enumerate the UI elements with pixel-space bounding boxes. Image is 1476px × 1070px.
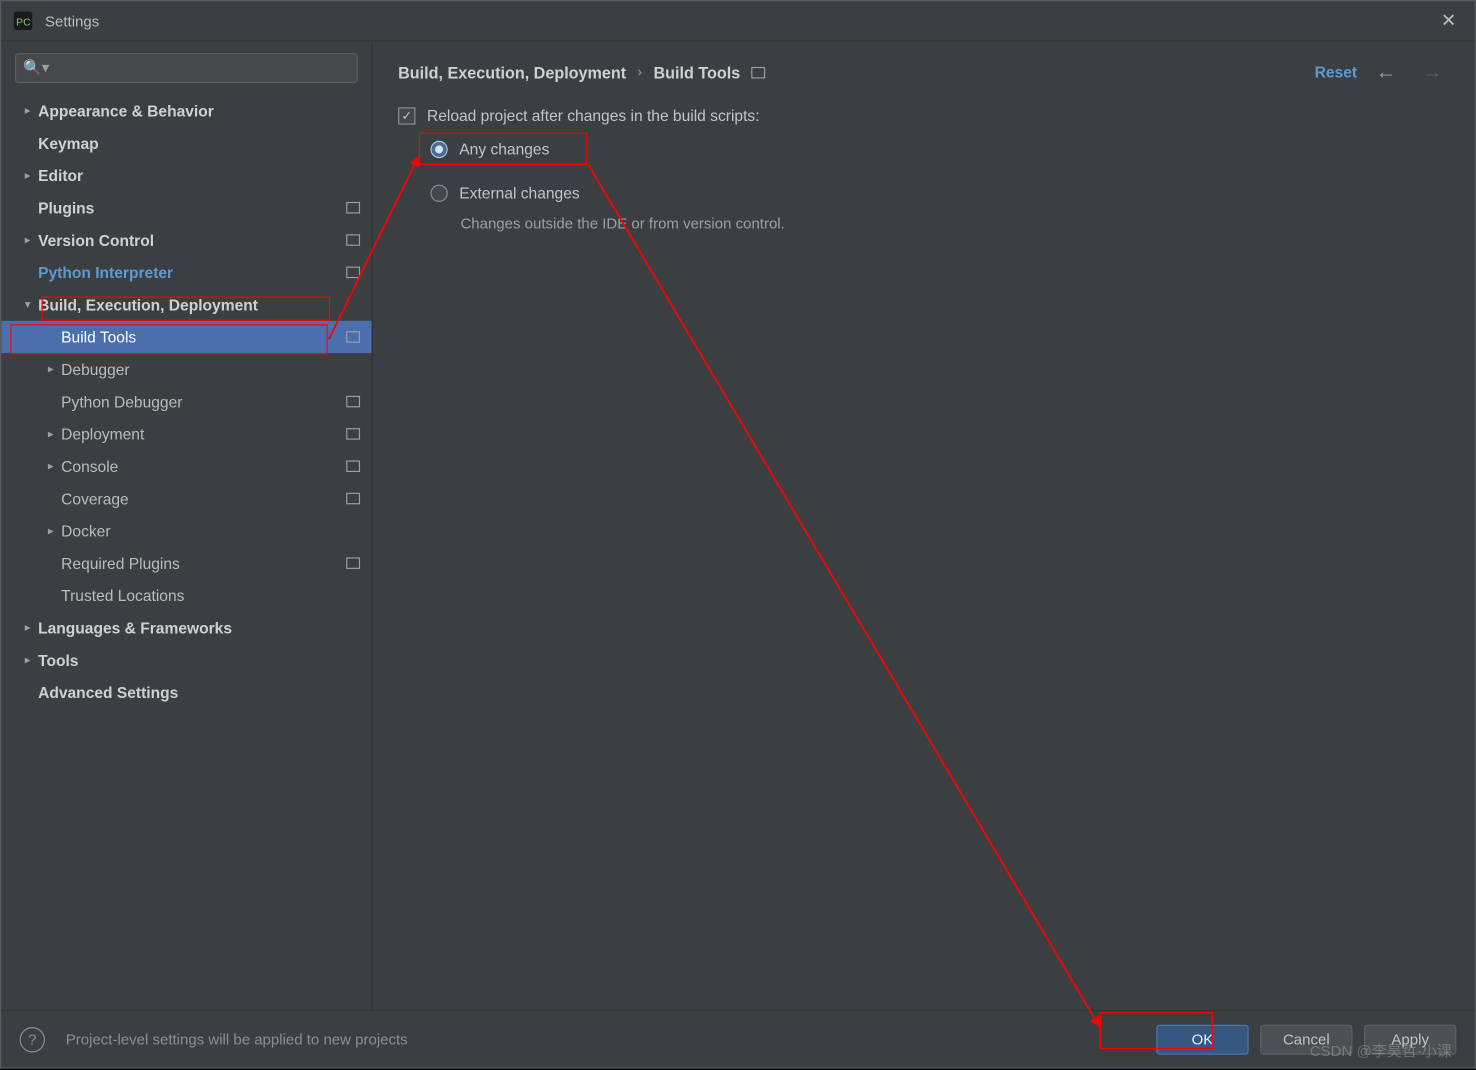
- reset-link[interactable]: Reset: [1315, 63, 1357, 80]
- radio-any-changes[interactable]: [430, 140, 447, 157]
- back-icon[interactable]: ←: [1369, 60, 1404, 84]
- search-input[interactable]: 🔍▾: [15, 53, 358, 83]
- tree-item[interactable]: ▸Tools: [1, 644, 371, 676]
- project-scope-icon: [346, 267, 360, 279]
- tree-item-label: Languages & Frameworks: [38, 619, 360, 636]
- tree-item[interactable]: ▸Deployment: [1, 418, 371, 450]
- app-icon: PC: [13, 10, 34, 31]
- tree-item[interactable]: ▸Appearance & Behavior: [1, 95, 371, 127]
- tree-item[interactable]: ▸Coverage: [1, 482, 371, 514]
- project-scope-icon: [346, 234, 360, 246]
- tree-item-label: Debugger: [61, 361, 360, 378]
- project-scope-icon: [346, 557, 360, 569]
- tree-item[interactable]: ▸Debugger: [1, 353, 371, 385]
- ok-button[interactable]: OK: [1156, 1024, 1248, 1054]
- chevron-right-icon: ▸: [40, 460, 61, 473]
- tree-item-label: Appearance & Behavior: [38, 102, 360, 119]
- project-scope-icon: [346, 428, 360, 440]
- tree-item-label: Docker: [61, 522, 360, 539]
- window-title: Settings: [45, 12, 1434, 29]
- tree-item[interactable]: ▸Plugins: [1, 192, 371, 224]
- radio-external-label[interactable]: External changes: [459, 184, 579, 201]
- radio-external-changes[interactable]: [430, 184, 447, 201]
- chevron-right-icon: ▸: [40, 363, 61, 376]
- forward-icon: →: [1415, 60, 1450, 84]
- help-icon[interactable]: ?: [20, 1026, 45, 1051]
- tree-item[interactable]: ▸Keymap: [1, 127, 371, 159]
- project-scope-icon: [752, 66, 766, 78]
- chevron-right-icon: ▸: [17, 621, 38, 634]
- chevron-right-icon: ▸: [17, 104, 38, 117]
- tree-item[interactable]: ▾Build, Execution, Deployment: [1, 289, 371, 321]
- tree-item[interactable]: ▸Python Debugger: [1, 385, 371, 417]
- settings-form: ✓ Reload project after changes in the bu…: [398, 84, 1449, 232]
- chevron-right-icon: ›: [638, 65, 642, 79]
- chevron-right-icon: ▸: [40, 524, 61, 537]
- tree-item-label: Plugins: [38, 199, 339, 216]
- reload-checkbox-label: Reload project after changes in the buil…: [427, 107, 760, 124]
- body: 🔍▾ ▸Appearance & Behavior▸Keymap▸Editor▸…: [1, 42, 1475, 1010]
- tree-item[interactable]: ▸Required Plugins: [1, 547, 371, 579]
- external-hint: Changes outside the IDE or from version …: [460, 215, 1449, 232]
- svg-text:PC: PC: [16, 17, 31, 28]
- tree-item[interactable]: ▸Advanced Settings: [1, 676, 371, 708]
- project-scope-icon: [346, 396, 360, 408]
- tree-item-label: Tools: [38, 651, 360, 668]
- chevron-right-icon: ▸: [40, 428, 61, 441]
- tree-item-label: Advanced Settings: [38, 684, 360, 701]
- tree-item-label: Build Tools: [61, 328, 339, 345]
- radio-any-label[interactable]: Any changes: [459, 140, 549, 157]
- breadcrumb-leaf: Build Tools: [653, 63, 740, 81]
- tree-item-label: Console: [61, 458, 339, 475]
- tree-item-label: Required Plugins: [61, 554, 339, 571]
- search-field[interactable]: [54, 59, 350, 76]
- tree-item-label: Python Debugger: [61, 393, 339, 410]
- tree-item[interactable]: ▸Version Control: [1, 224, 371, 256]
- tree-item-label: Version Control: [38, 231, 339, 248]
- tree-item-label: Coverage: [61, 490, 339, 507]
- close-icon[interactable]: ✕: [1434, 7, 1463, 35]
- tree-item[interactable]: ▸Editor: [1, 159, 371, 191]
- tree-item[interactable]: ▸Console: [1, 450, 371, 482]
- tree-item[interactable]: ▸Build Tools: [1, 321, 371, 353]
- watermark: CSDN @李昊哲-小课: [1310, 1039, 1452, 1061]
- settings-window: PC Settings ✕ 🔍▾ ▸Appearance & Behavior▸…: [0, 0, 1476, 1069]
- settings-tree[interactable]: ▸Appearance & Behavior▸Keymap▸Editor▸Plu…: [1, 90, 371, 1010]
- tree-item-label: Trusted Locations: [61, 587, 360, 604]
- project-scope-icon: [346, 460, 360, 472]
- project-scope-icon: [346, 202, 360, 214]
- content-panel: Build, Execution, Deployment › Build Too…: [373, 42, 1475, 1010]
- project-scope-icon: [346, 331, 360, 343]
- titlebar: PC Settings ✕: [1, 1, 1475, 41]
- chevron-right-icon: ▸: [17, 169, 38, 182]
- tree-item[interactable]: ▸Trusted Locations: [1, 579, 371, 611]
- search-icon: 🔍▾: [23, 59, 49, 77]
- tree-item[interactable]: ▸Languages & Frameworks: [1, 612, 371, 644]
- tree-item-label: Python Interpreter: [38, 264, 339, 281]
- project-scope-icon: [346, 493, 360, 505]
- tree-item-label: Editor: [38, 167, 360, 184]
- breadcrumb: Build, Execution, Deployment › Build Too…: [398, 63, 1303, 81]
- tree-item-label: Keymap: [38, 134, 360, 151]
- chevron-down-icon: ▾: [17, 298, 38, 311]
- footer-message: Project-level settings will be applied t…: [57, 1031, 1145, 1048]
- breadcrumb-root[interactable]: Build, Execution, Deployment: [398, 63, 626, 81]
- tree-item[interactable]: ▸Docker: [1, 515, 371, 547]
- tree-item-label: Build, Execution, Deployment: [38, 296, 360, 313]
- tree-item-label: Deployment: [61, 425, 339, 442]
- footer: ? Project-level settings will be applied…: [1, 1010, 1475, 1068]
- chevron-right-icon: ▸: [17, 234, 38, 247]
- reload-checkbox[interactable]: ✓: [398, 107, 415, 124]
- tree-item[interactable]: ▸Python Interpreter: [1, 256, 371, 288]
- chevron-right-icon: ▸: [17, 654, 38, 667]
- sidebar: 🔍▾ ▸Appearance & Behavior▸Keymap▸Editor▸…: [1, 42, 373, 1010]
